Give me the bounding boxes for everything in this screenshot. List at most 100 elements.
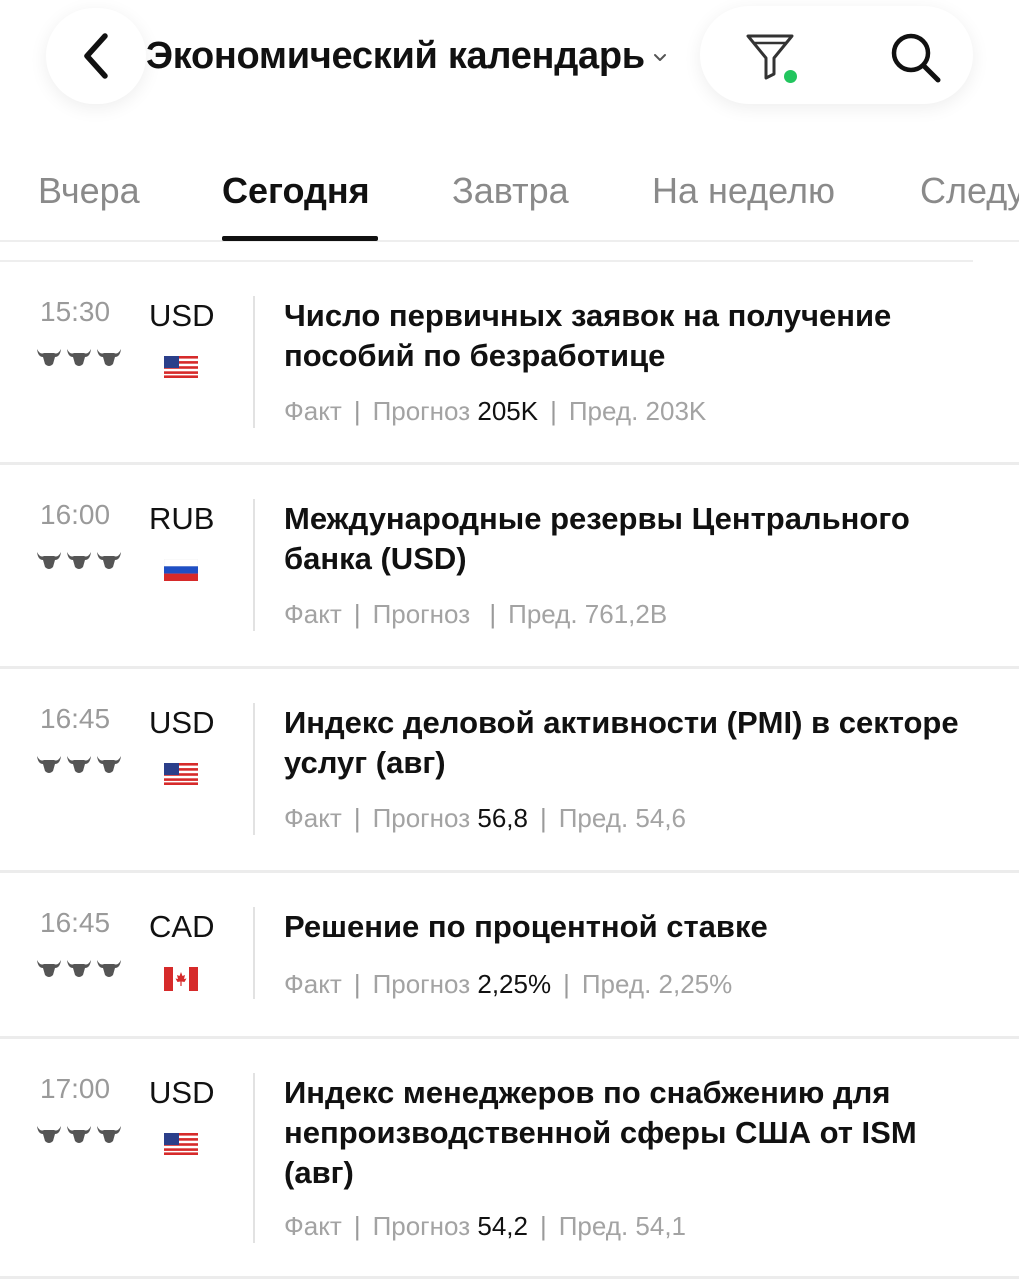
- bull-icon: [97, 349, 121, 366]
- tab-yesterday[interactable]: Вчера: [38, 170, 140, 212]
- tab-today[interactable]: Сегодня: [222, 170, 370, 212]
- event-values: Факт | Прогноз | Пред. 761,2B: [284, 599, 667, 630]
- prev-label: Пред.: [508, 599, 578, 629]
- us-flag-icon: [164, 1133, 198, 1155]
- prev-value: 54,6: [635, 803, 687, 833]
- forecast-label: Прогноз: [372, 599, 471, 629]
- forecast-label: Прогноз: [372, 803, 471, 833]
- active-tab-indicator: [222, 236, 378, 241]
- forecast-label: Прогноз: [372, 396, 471, 426]
- header-actions: [700, 6, 973, 104]
- bull-icon: [37, 552, 61, 569]
- row-divider-line: [253, 703, 255, 835]
- event-title: Международные резервы Центрального банка…: [284, 501, 910, 576]
- filter-active-indicator: [784, 70, 797, 83]
- chevron-left-icon: [84, 33, 108, 79]
- prev-label: Пред.: [558, 803, 629, 833]
- importance-indicator: [36, 346, 122, 368]
- bull-icon: [67, 552, 91, 569]
- importance-indicator: [36, 1123, 122, 1145]
- ca-flag-icon: [164, 967, 198, 991]
- separator: |: [353, 803, 361, 833]
- separator: |: [539, 1211, 547, 1241]
- forecast-label: Прогноз: [372, 969, 471, 999]
- bull-icon: [97, 1126, 121, 1143]
- event-row[interactable]: 15:30 USD Число первичных заявок на полу…: [0, 262, 1019, 465]
- event-time: 17:00: [40, 1073, 111, 1104]
- separator: |: [353, 1211, 361, 1241]
- event-title: Индекс менеджеров по снабжению для непро…: [284, 1075, 917, 1190]
- separator: |: [550, 396, 557, 426]
- currency-code: USD: [149, 298, 215, 333]
- event-row[interactable]: 17:00 USD Индекс менеджеров по снабжению…: [0, 1039, 1019, 1279]
- fact-label: Факт: [284, 396, 342, 426]
- currency-code: RUB: [149, 501, 215, 536]
- search-button[interactable]: [888, 30, 944, 86]
- bull-icon: [37, 756, 61, 773]
- bull-icon: [67, 1126, 91, 1143]
- event-values: Факт | Прогноз 2,25% | Пред. 2,25%: [284, 969, 732, 1000]
- row-divider-line: [253, 296, 255, 428]
- event-time: 16:45: [40, 907, 111, 938]
- event-row[interactable]: 16:45 USD Индекс деловой активности (PMI…: [0, 669, 1019, 873]
- prev-label: Пред.: [568, 396, 639, 426]
- separator: |: [489, 599, 497, 629]
- title-dropdown[interactable]: Экономический календарь: [146, 30, 667, 82]
- event-time: 15:30: [40, 296, 111, 327]
- forecast-value: 56,8: [477, 803, 528, 833]
- prev-value: 203K: [645, 396, 707, 426]
- bull-icon: [97, 756, 121, 773]
- bull-icon: [67, 960, 91, 977]
- separator: |: [353, 599, 361, 629]
- bull-icon: [97, 552, 121, 569]
- separator: |: [563, 969, 570, 999]
- row-divider-line: [253, 1073, 255, 1243]
- bull-icon: [67, 756, 91, 773]
- fact-label: Факт: [284, 1211, 342, 1241]
- bull-icon: [97, 960, 121, 977]
- us-flag-icon: [164, 763, 198, 785]
- event-values: Факт | Прогноз 54,2 | Пред. 54,1: [284, 1211, 686, 1242]
- forecast-label: Прогноз: [372, 1211, 471, 1241]
- row-divider-line: [253, 499, 255, 631]
- event-row[interactable]: 16:45 CAD Решение по процентной ставке Ф…: [0, 873, 1019, 1039]
- ru-flag-icon: [164, 559, 198, 581]
- event-values: Факт | Прогноз 56,8 | Пред. 54,6: [284, 803, 686, 834]
- importance-indicator: [36, 957, 122, 979]
- top-bar: Экономический календарь: [0, 0, 1019, 140]
- forecast-value: 205K: [477, 396, 539, 426]
- tab-week[interactable]: На неделю: [652, 170, 835, 212]
- bull-icon: [37, 960, 61, 977]
- events-list: 15:30 USD Число первичных заявок на полу…: [0, 262, 1019, 1279]
- prev-label: Пред.: [558, 1211, 629, 1241]
- event-time: 16:45: [40, 703, 111, 734]
- event-row[interactable]: 16:00 RUB Международные резервы Централь…: [0, 465, 1019, 669]
- fact-label: Факт: [284, 969, 342, 999]
- event-title: Число первичных заявок на получение посо…: [284, 298, 892, 373]
- tab-next[interactable]: Следу: [920, 170, 1019, 212]
- period-tabs: Вчера Сегодня Завтра На неделю Следу: [0, 150, 1019, 242]
- tab-tomorrow[interactable]: Завтра: [452, 170, 569, 212]
- forecast-value: 54,2: [477, 1211, 528, 1241]
- event-values: Факт | Прогноз 205K | Пред. 203K: [284, 396, 706, 427]
- prev-label: Пред.: [581, 969, 652, 999]
- bull-icon: [67, 349, 91, 366]
- currency-code: CAD: [149, 909, 215, 944]
- currency-code: USD: [149, 1075, 215, 1110]
- bull-icon: [37, 1126, 61, 1143]
- event-title: Индекс деловой активности (PMI) в сектор…: [284, 705, 959, 780]
- currency-code: USD: [149, 705, 215, 740]
- fact-label: Факт: [284, 599, 342, 629]
- chevron-down-icon: [653, 53, 667, 63]
- separator: |: [353, 969, 361, 999]
- prev-value: 54,1: [635, 1211, 687, 1241]
- back-button[interactable]: [46, 8, 146, 104]
- event-time: 16:00: [40, 499, 111, 530]
- economic-calendar-screen: Экономический календарь Вчера Сегодня За…: [0, 0, 1019, 1280]
- search-icon: [891, 33, 941, 83]
- fact-label: Факт: [284, 803, 342, 833]
- importance-indicator: [36, 549, 122, 571]
- prev-value: 2,25%: [658, 969, 733, 999]
- importance-indicator: [36, 753, 122, 775]
- forecast-value: 2,25%: [477, 969, 552, 999]
